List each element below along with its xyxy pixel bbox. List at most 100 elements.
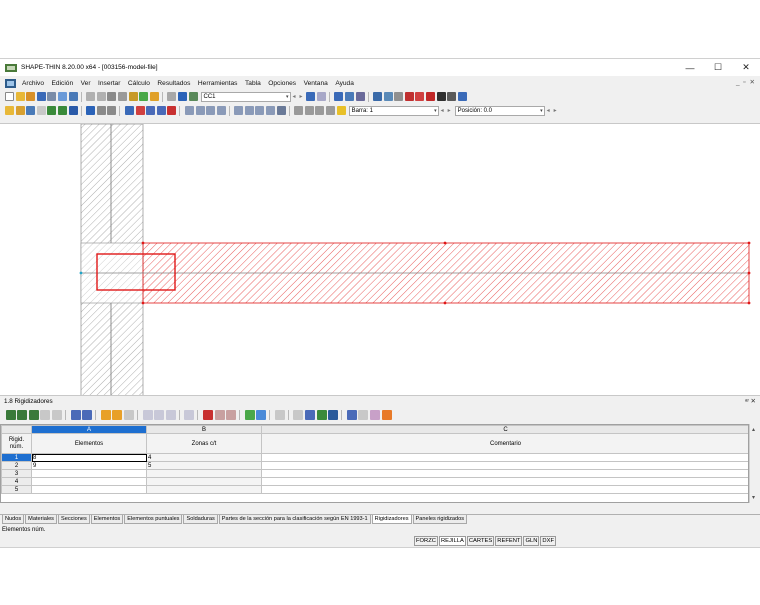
cross-section-drawing[interactable] xyxy=(0,124,760,395)
view-iso-icon[interactable] xyxy=(266,106,276,115)
table-icon[interactable] xyxy=(149,92,159,101)
object-snap-button[interactable]: REFENT xyxy=(495,536,523,546)
node-point[interactable] xyxy=(117,271,121,275)
zonas-cell[interactable] xyxy=(146,469,262,478)
help-icon[interactable] xyxy=(457,92,467,101)
mirror-icon[interactable] xyxy=(135,106,145,115)
next-load-case-icon[interactable]: ▸ xyxy=(300,93,303,100)
table-scrollbar[interactable]: ▴ ▾ xyxy=(749,424,760,503)
load-case-combo[interactable]: CC1 ▾ xyxy=(200,91,291,102)
tab-nudos[interactable]: Nudos xyxy=(2,515,25,524)
copy-view-icon[interactable] xyxy=(68,92,78,101)
copy-icon[interactable] xyxy=(146,106,156,115)
units-icon[interactable] xyxy=(305,410,316,420)
connect-icon[interactable] xyxy=(107,106,117,115)
formula-icon[interactable] xyxy=(358,410,369,420)
menu-opciones[interactable]: Opciones xyxy=(268,80,296,87)
zoom-all-icon[interactable] xyxy=(355,92,365,101)
open-folder-icon[interactable] xyxy=(26,92,36,101)
select-icon[interactable] xyxy=(394,92,404,101)
scale-icon[interactable] xyxy=(156,106,166,115)
rotate-icon[interactable] xyxy=(404,92,414,101)
view-y-icon[interactable] xyxy=(244,106,254,115)
document-menu-icon[interactable] xyxy=(5,79,16,88)
node-point[interactable] xyxy=(141,241,145,245)
sum-icon[interactable] xyxy=(346,410,357,420)
undo-icon[interactable] xyxy=(86,92,96,101)
tab-secciones[interactable]: Secciones xyxy=(57,515,90,524)
point-element-icon[interactable] xyxy=(36,106,46,115)
menu-resultados[interactable]: Resultados xyxy=(157,80,190,87)
view-x-icon[interactable] xyxy=(234,106,244,115)
function-icon[interactable] xyxy=(370,410,381,420)
tab-paneles-rigidizados[interactable]: Paneles rigidizados xyxy=(412,515,468,524)
elementos-cell[interactable]: 8 xyxy=(31,453,147,462)
edit-icon[interactable] xyxy=(107,92,117,101)
tab-soldaduras[interactable]: Soldaduras xyxy=(183,515,218,524)
load-case-icon[interactable] xyxy=(188,92,198,101)
line-style-icon[interactable] xyxy=(294,106,304,115)
model-canvas[interactable] xyxy=(0,123,760,395)
column-header-a[interactable]: A xyxy=(31,425,147,434)
insert-node-icon[interactable] xyxy=(86,106,96,115)
table-highlight-icon[interactable] xyxy=(112,410,123,420)
graphics-icon[interactable] xyxy=(167,92,177,101)
view-z-icon[interactable] xyxy=(255,106,265,115)
divide-icon[interactable] xyxy=(96,106,106,115)
zonas-cell[interactable] xyxy=(146,477,262,486)
menu-herramientas[interactable]: Herramientas xyxy=(198,80,238,87)
print-preview-icon[interactable] xyxy=(57,92,67,101)
cartesian-button[interactable]: CARTES xyxy=(466,536,495,546)
guideline-button[interactable]: GLN xyxy=(523,536,540,546)
close-button[interactable]: ✕ xyxy=(732,59,760,76)
table-row[interactable]: 2 9 5 xyxy=(1,461,748,470)
table-print-icon[interactable] xyxy=(70,410,81,420)
node-icon[interactable] xyxy=(5,106,14,115)
member-color-icon[interactable] xyxy=(336,106,346,115)
node-point[interactable] xyxy=(747,271,751,275)
dimension-line-icon[interactable] xyxy=(167,106,177,115)
view-results-icon[interactable] xyxy=(306,92,316,101)
display-options-icon[interactable] xyxy=(276,106,286,115)
elementos-cell[interactable] xyxy=(31,469,147,478)
panel-controls[interactable]: ᵆ ✕ xyxy=(745,397,756,405)
menu-archivo[interactable]: Archivo xyxy=(22,80,44,87)
delete-icon[interactable] xyxy=(202,410,213,420)
label-icon[interactable] xyxy=(326,106,336,115)
next-position-icon[interactable]: ▸ xyxy=(554,107,557,114)
redo-icon[interactable] xyxy=(96,92,106,101)
warning-icon[interactable] xyxy=(415,92,425,101)
dimension-icon[interactable] xyxy=(334,92,344,101)
chart-icon[interactable] xyxy=(274,410,285,420)
comentario-cell[interactable] xyxy=(261,477,748,486)
dxf-button[interactable]: DXF xyxy=(540,536,557,546)
table-sort-icon[interactable] xyxy=(28,410,39,420)
elementos-cell[interactable] xyxy=(31,485,147,494)
measure-icon[interactable] xyxy=(124,106,134,115)
menu-tabla[interactable]: Tabla xyxy=(245,80,261,87)
snap-grid-icon[interactable] xyxy=(195,106,205,115)
paste-icon[interactable] xyxy=(226,410,237,420)
fill-icon[interactable] xyxy=(304,106,314,115)
grid-button[interactable]: REJILLA xyxy=(438,536,466,546)
menu-edicion[interactable]: Edición xyxy=(52,80,74,87)
elementos-cell[interactable]: 9 xyxy=(31,461,147,470)
zonas-cell[interactable]: 5 xyxy=(146,461,262,470)
print-icon[interactable] xyxy=(47,92,57,101)
render-icon[interactable] xyxy=(344,92,354,101)
weld-icon[interactable] xyxy=(47,106,57,115)
menu-insertar[interactable]: Insertar xyxy=(98,80,120,87)
open-file-icon[interactable] xyxy=(15,92,25,101)
insert-row-icon[interactable] xyxy=(142,410,153,420)
section-view-icon[interactable] xyxy=(383,92,393,101)
notes-icon[interactable] xyxy=(293,410,304,420)
node-point[interactable] xyxy=(141,301,145,305)
previous-position-icon[interactable]: ◂ xyxy=(547,107,550,114)
mdi-controls[interactable]: _ ▫ ✕ xyxy=(736,78,756,86)
line-icon[interactable] xyxy=(15,106,25,115)
position-combo[interactable]: Posición: 0.0 ▾ xyxy=(454,105,545,116)
snap-icon[interactable] xyxy=(184,106,194,115)
results-icon[interactable] xyxy=(139,92,149,101)
element-icon[interactable] xyxy=(26,106,36,115)
results-values-icon[interactable] xyxy=(316,92,326,101)
